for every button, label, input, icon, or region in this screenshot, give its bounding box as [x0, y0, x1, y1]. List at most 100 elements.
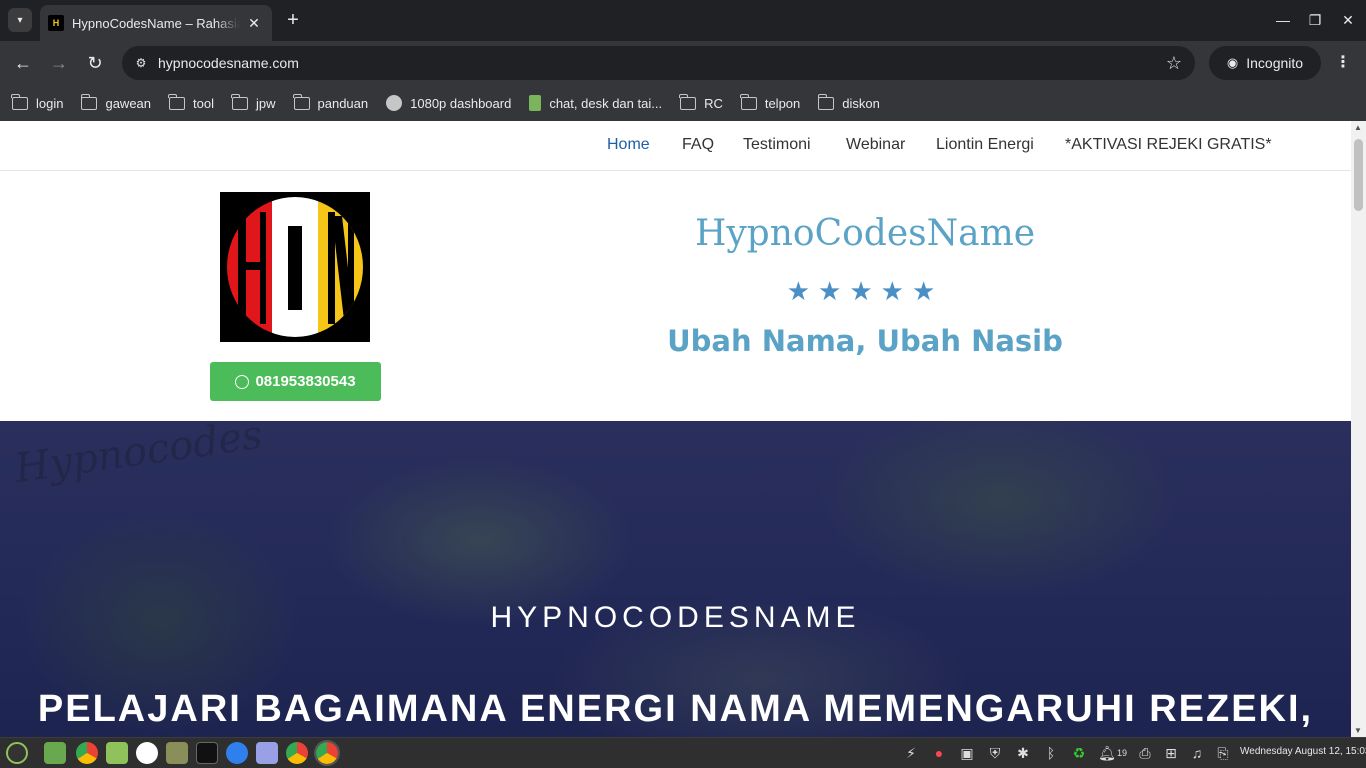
slack-tray-icon[interactable]: ✱ — [1014, 744, 1032, 762]
text-editor-icon[interactable] — [256, 742, 278, 764]
active-tab[interactable]: H HypnoCodesName – Rahasia ✕ — [40, 5, 272, 41]
url-text[interactable]: hypnocodesname.com — [158, 55, 1159, 71]
scrollbar-thumb[interactable] — [1354, 139, 1363, 211]
terminal-icon[interactable] — [196, 742, 218, 764]
chrome-window-active-icon[interactable] — [314, 740, 340, 766]
bookmark-label: tool — [193, 95, 214, 111]
bookmark-label: 1080p dashboard — [410, 95, 512, 111]
network-icon[interactable]: ⊞ — [1162, 744, 1180, 762]
bookmarks-bar: login gawean tool jpw panduan 1080p dash… — [0, 85, 1366, 121]
browser-tabstrip: ▾ H HypnoCodesName – Rahasia ✕ + — ❐ ✕ — [0, 0, 1366, 41]
folder-icon — [11, 93, 28, 110]
chrome-window-icon[interactable] — [286, 742, 308, 764]
incognito-label: Incognito — [1246, 55, 1304, 71]
tagline: Ubah Nama, Ubah Nasib — [667, 324, 1063, 358]
shield-tray-icon[interactable]: ⛨ — [986, 744, 1004, 762]
show-desktop-icon[interactable] — [44, 742, 66, 764]
bookmark-label: gawean — [105, 95, 152, 111]
rating-stars: ★★★★★ — [786, 276, 944, 306]
folder-icon — [292, 93, 310, 110]
bookmark-panduan[interactable]: panduan — [292, 93, 369, 111]
sync-tray-icon[interactable]: ♻ — [1070, 744, 1088, 762]
site-navigation: Home FAQ Testimoni Webinar Liontin Energ… — [0, 121, 1351, 171]
scroll-down-arrow-icon[interactable]: ▼ — [1354, 726, 1362, 735]
site-favicon-icon: H — [48, 15, 64, 31]
bookmark-1080p-dashboard[interactable]: 1080p dashboard — [386, 95, 511, 111]
hcn-logo[interactable] — [220, 192, 370, 342]
folder-icon — [231, 93, 248, 110]
incognito-indicator[interactable]: ◉ Incognito — [1209, 46, 1321, 80]
network-tool-icon[interactable] — [166, 742, 188, 764]
bookmark-rc[interactable]: RC — [679, 93, 723, 111]
restore-button[interactable]: ❐ — [1303, 8, 1327, 32]
clock[interactable]: Wednesday August 12, 15:03 — [1240, 746, 1366, 757]
bookmark-label: RC — [704, 95, 723, 111]
slack-icon[interactable] — [136, 742, 158, 764]
brand-title: HypnoCodesName — [694, 213, 1036, 254]
nav-home[interactable]: Home — [607, 136, 650, 154]
network-tray-icon[interactable]: ⚡ — [902, 744, 920, 762]
whatsapp-button[interactable]: 081953830543 — [210, 362, 381, 401]
web-page: Home FAQ Testimoni Webinar Liontin Energ… — [0, 121, 1351, 737]
app-icon[interactable] — [226, 742, 248, 764]
nav-testimoni[interactable]: Testimoni — [743, 136, 811, 154]
nav-faq[interactable]: FAQ — [682, 136, 714, 154]
back-button[interactable]: ← — [11, 51, 35, 75]
reload-button[interactable]: ↻ — [83, 51, 107, 75]
bookmark-label: jpw — [255, 95, 276, 111]
bookmark-tool[interactable]: tool — [168, 93, 214, 111]
hero-watermark: Hypnocodes — [12, 421, 266, 493]
clipboard-manager-icon[interactable]: ⎘ — [1214, 744, 1232, 762]
nav-aktivasi-rejeki[interactable]: *AKTIVASI REJEKI GRATIS* — [1065, 136, 1272, 154]
sound-icon[interactable]: ♫ — [1188, 744, 1206, 762]
site-info-icon[interactable]: ⚙ — [130, 52, 152, 74]
mint-menu-icon[interactable] — [6, 742, 28, 764]
bookmark-label: chat, desk dan tai... — [549, 95, 663, 111]
flame-tray-icon[interactable]: ● — [930, 744, 948, 762]
whatsapp-number: 081953830543 — [255, 373, 356, 390]
whatsapp-icon — [235, 374, 250, 389]
folder-icon — [679, 93, 697, 110]
bluetooth-icon[interactable]: ᛒ — [1042, 744, 1060, 762]
printer-icon[interactable]: ⎙ — [1136, 744, 1154, 762]
bookmark-chat-desk[interactable]: chat, desk dan tai... — [529, 95, 662, 111]
bookmark-star-icon[interactable]: ☆ — [1159, 53, 1189, 74]
bookmark-label: login — [36, 95, 64, 111]
chrome-icon[interactable] — [76, 742, 98, 764]
scroll-up-arrow-icon[interactable]: ▲ — [1354, 123, 1362, 132]
shopify-icon — [529, 95, 542, 111]
bookmark-label: telpon — [764, 95, 801, 111]
hero-subtitle: HYPNOCODESNAME — [490, 601, 861, 634]
incognito-icon: ◉ — [1226, 55, 1239, 70]
notifications-icon[interactable]: 🔔︎ — [1098, 744, 1116, 762]
bookmark-jpw[interactable]: jpw — [231, 93, 276, 111]
hero-headline: PELAJARI BAGAIMANA ENERGI NAMA MEMENGARU… — [37, 688, 1314, 730]
forward-button[interactable]: → — [47, 51, 71, 75]
hero-banner: Hypnocodes HYPNOCODESNAME PELAJARI BAGAI… — [0, 421, 1351, 737]
folder-icon — [80, 93, 98, 110]
address-bar[interactable]: ⚙ hypnocodesname.com ☆ — [122, 46, 1195, 80]
tab-title: HypnoCodesName – Rahasia — [72, 15, 240, 31]
nav-liontin-energi[interactable]: Liontin Energi — [936, 136, 1034, 154]
bookmark-label: panduan — [317, 95, 369, 111]
clipboard-tray-icon[interactable]: ▣ — [958, 744, 976, 762]
new-tab-button[interactable]: + — [282, 9, 304, 31]
nav-webinar[interactable]: Webinar — [846, 136, 905, 154]
tab-search-button[interactable]: ▾ — [8, 8, 32, 32]
bookmark-login[interactable]: login — [11, 93, 64, 111]
minimize-button[interactable]: — — [1271, 8, 1295, 32]
bookmark-label: diskon — [842, 95, 880, 111]
bookmark-telpon[interactable]: telpon — [740, 93, 801, 111]
folder-icon — [168, 93, 186, 110]
files-icon[interactable] — [106, 742, 128, 764]
tab-close-icon[interactable]: ✕ — [244, 15, 264, 32]
system-taskbar: ⚡ ● ▣ ⛨ ✱ ᛒ ♻ 🔔︎ 19 ⎙ ⊞ ♫ ⎘ Wednesday Au… — [0, 737, 1366, 768]
folder-icon — [740, 93, 757, 110]
bookmark-diskon[interactable]: diskon — [817, 93, 880, 111]
close-window-button[interactable]: ✕ — [1336, 8, 1360, 32]
browser-menu-button[interactable]: ⋮ — [1331, 51, 1355, 75]
bookmark-gawean[interactable]: gawean — [80, 93, 152, 111]
page-scrollbar[interactable]: ▲ ▼ — [1351, 121, 1366, 737]
notification-count: 19 — [1116, 748, 1127, 758]
hcn-logo-graphic — [220, 192, 370, 342]
